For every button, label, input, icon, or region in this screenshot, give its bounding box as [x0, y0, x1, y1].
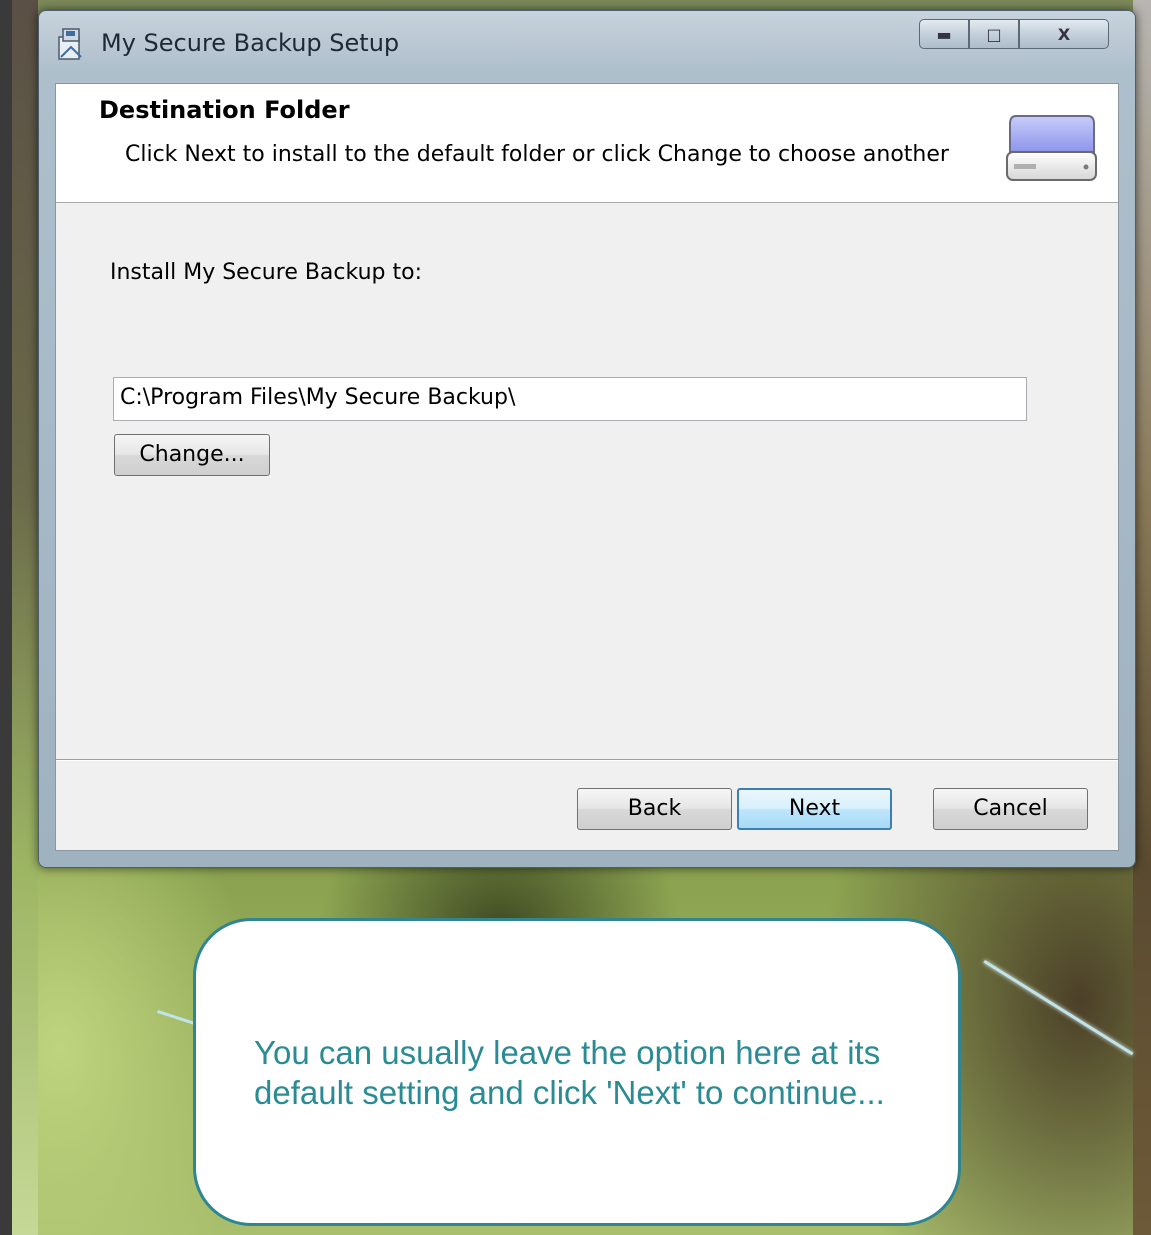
close-icon: X: [1057, 25, 1071, 44]
page-title: Destination Folder: [99, 96, 350, 124]
back-button[interactable]: Back: [577, 788, 732, 830]
screenshot-border: [0, 0, 12, 1235]
dialog-client-area: Destination Folder Click Next to install…: [55, 83, 1119, 851]
page-description: Click Next to install to the default fol…: [125, 142, 949, 167]
tip-callout: You can usually leave the option here at…: [193, 918, 961, 1226]
minimize-button[interactable]: ▬: [919, 19, 969, 49]
title-bar[interactable]: My Secure Backup Setup ▬ □ X: [39, 11, 1135, 83]
cancel-button[interactable]: Cancel: [933, 788, 1088, 830]
change-button[interactable]: Change...: [114, 434, 270, 476]
maximize-button[interactable]: □: [969, 19, 1019, 49]
maximize-icon: □: [986, 25, 1002, 44]
close-button[interactable]: X: [1019, 19, 1109, 49]
setup-window: My Secure Backup Setup ▬ □ X Destination…: [38, 10, 1136, 868]
callout-text: You can usually leave the option here at…: [254, 1034, 885, 1111]
install-location-label: Install My Secure Backup to:: [110, 260, 422, 285]
window-title: My Secure Backup Setup: [101, 29, 400, 57]
next-button[interactable]: Next: [737, 788, 892, 830]
dialog-header: Destination Folder Click Next to install…: [56, 84, 1118, 203]
footer-divider: [56, 759, 1118, 761]
minimize-icon: ▬: [936, 25, 952, 44]
installer-package-icon: [58, 28, 82, 60]
install-path-field[interactable]: C:\Program Files\My Secure Backup\: [113, 377, 1027, 421]
hard-drive-icon: [1006, 115, 1097, 181]
callout-pointer-line: [983, 960, 1134, 1056]
